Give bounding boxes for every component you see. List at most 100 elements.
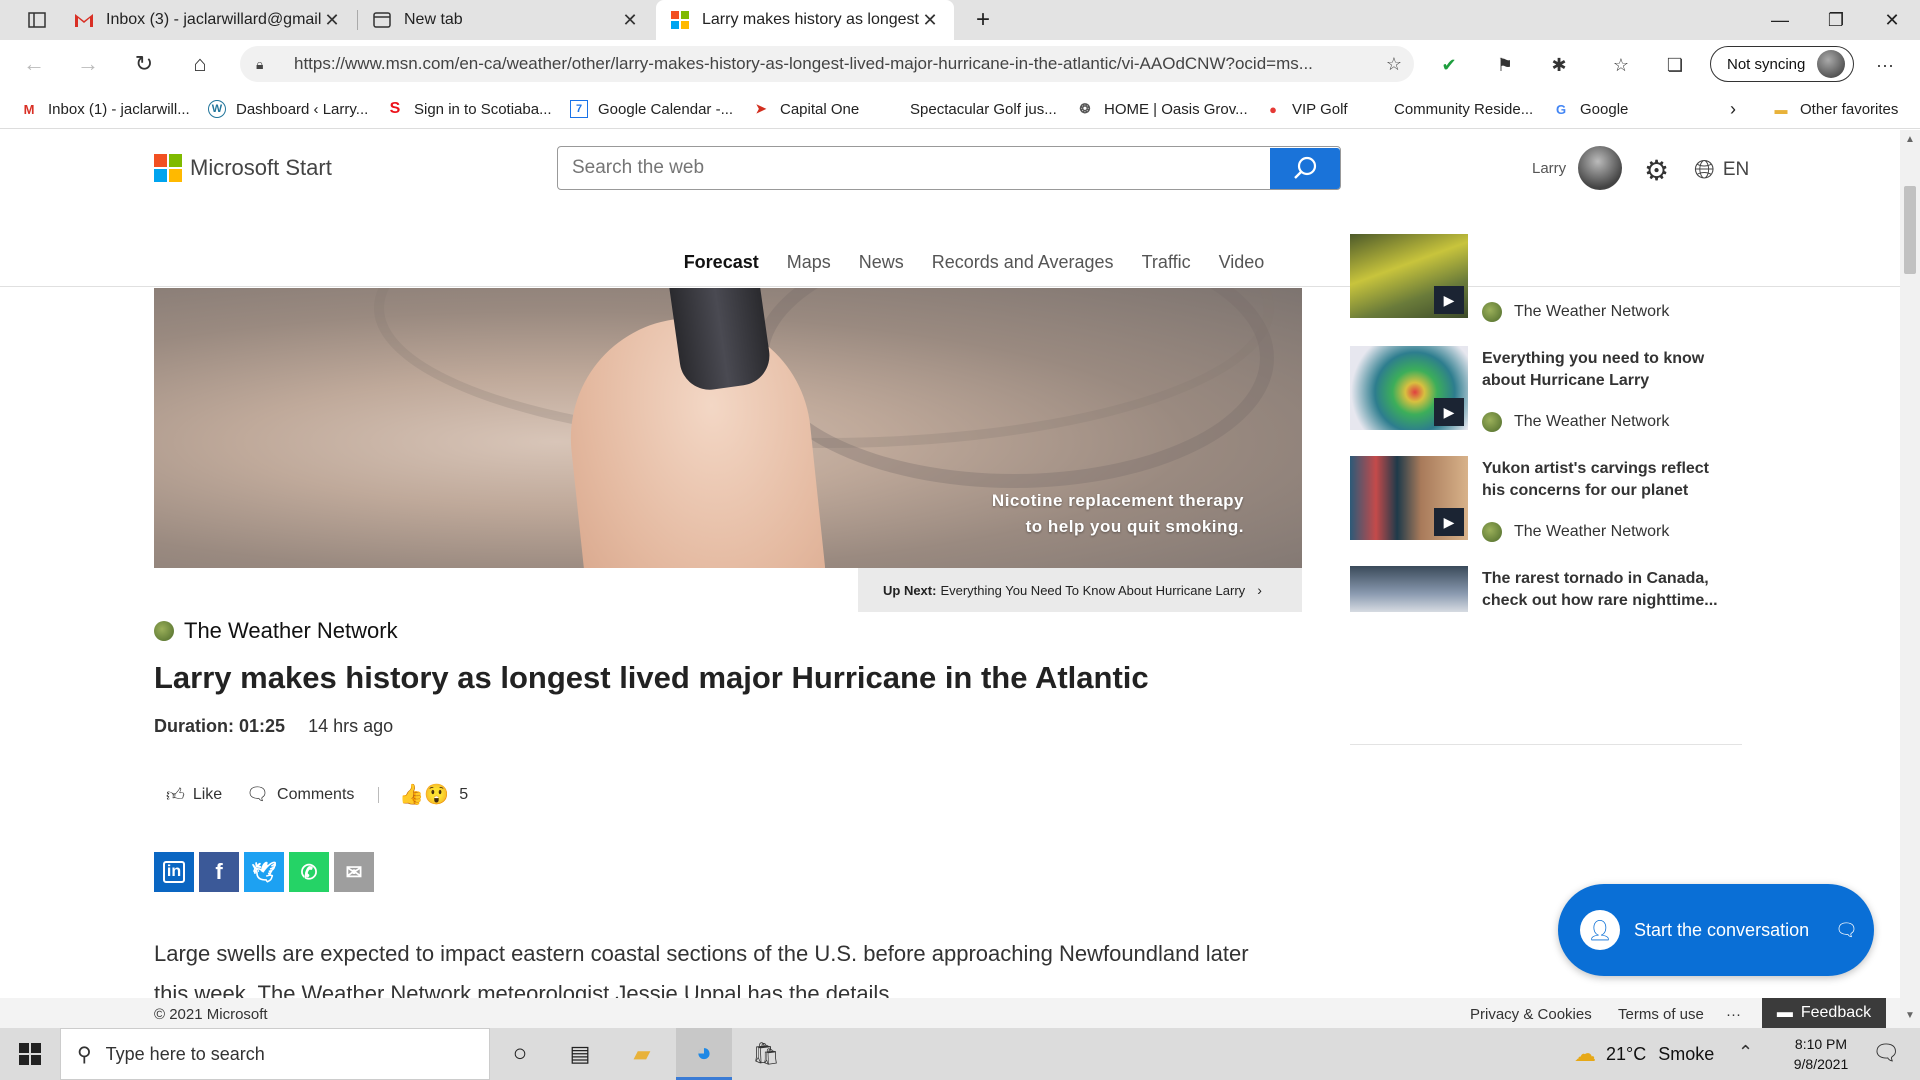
taskbar-search-input[interactable]: ⚲ Type here to search <box>60 1028 490 1080</box>
article-source[interactable]: The Weather Network <box>154 618 398 644</box>
add-favorite-icon[interactable]: ☆ <box>1374 54 1414 75</box>
scrollbar-thumb[interactable] <box>1904 186 1916 274</box>
comment-icon: 🗨︎ <box>246 784 270 804</box>
duration-value: 01:25 <box>239 716 286 736</box>
reactions-summary[interactable]: 👍😲 5 <box>399 782 468 807</box>
scroll-down-icon[interactable]: ▼ <box>1900 1010 1920 1021</box>
language-selector[interactable]: 🌐︎ EN <box>1694 154 1749 186</box>
favorites-overflow-button[interactable]: › <box>1730 89 1736 129</box>
start-button[interactable] <box>0 1028 60 1080</box>
favorite-gmail[interactable]: M Inbox (1) - jaclarwill... <box>20 89 190 129</box>
new-tab-button[interactable]: + <box>962 0 1002 40</box>
close-icon[interactable]: ✕ <box>920 10 940 31</box>
microsoft-start-logo[interactable]: Microsoft Start <box>154 154 332 182</box>
favorite-scotiabank[interactable]: S Sign in to Scotiaba... <box>386 89 552 129</box>
comments-button[interactable]: 🗨︎ Comments <box>246 784 354 805</box>
feedback-button[interactable]: ▬ Feedback <box>1762 998 1886 1028</box>
favorite-vip-golf[interactable]: ● VIP Golf <box>1264 89 1348 129</box>
arrow-left-icon: ← <box>23 51 45 76</box>
page-scrollbar[interactable]: ▲ ▼ <box>1900 130 1920 1028</box>
refresh-button[interactable]: ↻ <box>124 44 164 84</box>
extension-flag-icon[interactable]: ⚑ <box>1488 48 1522 82</box>
extension-check-icon[interactable]: ✔ <box>1432 48 1466 82</box>
home-button[interactable]: ⌂ <box>180 44 220 84</box>
windows-icon <box>19 1043 41 1065</box>
cortana-button[interactable]: ○ <box>492 1028 548 1080</box>
duration-label: Duration: <box>154 716 234 736</box>
favorite-google[interactable]: G Google <box>1552 89 1628 129</box>
chevron-right-icon: › <box>1257 582 1262 598</box>
close-window-button[interactable]: ✕ <box>1864 0 1920 40</box>
task-view-button[interactable]: ▤ <box>552 1028 608 1080</box>
nav-tab-records[interactable]: Records and Averages <box>932 252 1114 273</box>
back-button[interactable]: ← <box>14 44 54 84</box>
tab-active-article[interactable]: Larry makes history as longest lived ✕ <box>656 0 954 40</box>
edge-button[interactable]: ◕ <box>676 1028 732 1080</box>
nav-tab-news[interactable]: News <box>859 252 904 273</box>
tab-new-tab[interactable]: New tab ✕ <box>358 0 654 40</box>
avatar[interactable] <box>1578 146 1622 190</box>
restore-button[interactable]: ❐ <box>1808 0 1864 40</box>
footer-more-icon[interactable]: ··· <box>1726 1006 1741 1023</box>
video-player[interactable]: Nicotine replacement therapy to help you… <box>154 288 1302 568</box>
file-explorer-button[interactable]: ▰ <box>614 1028 670 1080</box>
notification-icon[interactable]: 🗨︎ <box>1866 1040 1906 1066</box>
body-line: this week. The Weather Network meteorolo… <box>154 981 896 998</box>
url-field[interactable]: 🔒︎ https://www.msn.com/en-ca/weather/oth… <box>240 46 1414 82</box>
email-icon: ✉ <box>345 861 363 884</box>
favorites-icon[interactable]: ☆ <box>1604 48 1638 82</box>
up-next-link[interactable]: Up Next: Everything You Need To Know Abo… <box>858 568 1302 612</box>
rail-divider <box>1350 744 1742 745</box>
close-icon[interactable]: ✕ <box>322 10 342 31</box>
favorite-community[interactable]: Community Reside... <box>1366 89 1533 129</box>
store-button[interactable]: 🛍︎ <box>738 1028 794 1080</box>
tab-actions-button[interactable] <box>14 0 60 40</box>
search-button[interactable] <box>1270 147 1340 189</box>
favorite-google-calendar[interactable]: 7 Google Calendar -... <box>570 89 733 129</box>
page-title: Larry makes history as longest lived maj… <box>154 660 1149 695</box>
scroll-up-icon[interactable]: ▲ <box>1900 134 1920 145</box>
favorite-capital-one[interactable]: ➤ Capital One <box>752 89 860 129</box>
terms-link[interactable]: Terms of use <box>1618 1006 1704 1023</box>
profile-sync-button[interactable]: Not syncing <box>1710 46 1855 82</box>
share-linkedin-button[interactable]: in <box>154 852 194 892</box>
gmail-icon <box>74 10 94 30</box>
linkedin-icon: in <box>162 861 186 883</box>
forward-button[interactable]: → <box>68 44 108 84</box>
rail-source-name: The Weather Network <box>1514 413 1670 430</box>
favorite-other-favorites[interactable]: ▬ Other favorites <box>1772 89 1899 129</box>
nav-tab-video[interactable]: Video <box>1219 252 1265 273</box>
collections-icon[interactable]: ❏ <box>1658 48 1692 82</box>
rail-source: The Weather Network <box>1482 302 1669 322</box>
like-button[interactable]: 👍︎ Like <box>166 784 222 806</box>
taskbar-clock[interactable]: 8:10 PM 9/8/2021 <box>1776 1034 1866 1074</box>
extensions-icon[interactable]: ✱ <box>1542 48 1576 82</box>
favorite-dashboard[interactable]: W Dashboard ‹ Larry... <box>208 89 368 129</box>
share-whatsapp-button[interactable]: ✆ <box>289 852 329 892</box>
tab-bar: Inbox (3) - jaclarwillard@gmail.com ✕ Ne… <box>0 0 1920 40</box>
source-name: The Weather Network <box>184 618 398 643</box>
caption-line: to help you quit smoking. <box>1025 517 1244 536</box>
chevron-up-icon[interactable]: ⌃ <box>1738 1042 1753 1063</box>
more-menu-icon[interactable]: ··· <box>1868 48 1902 82</box>
gear-icon[interactable]: ⚙ <box>1644 154 1669 187</box>
privacy-link[interactable]: Privacy & Cookies <box>1470 1006 1592 1023</box>
nav-tab-forecast[interactable]: Forecast <box>684 252 759 273</box>
share-twitter-button[interactable]: 🕊︎ <box>244 852 284 892</box>
globe-icon: 🌐︎ <box>1694 154 1715 184</box>
start-conversation-button[interactable]: 👤︎ Start the conversation 🗨︎ <box>1558 884 1874 976</box>
close-icon[interactable]: ✕ <box>620 10 640 31</box>
nav-tab-traffic[interactable]: Traffic <box>1142 252 1191 273</box>
user-name[interactable]: Larry <box>1532 160 1566 177</box>
minimize-button[interactable]: — <box>1752 0 1808 40</box>
favorite-spectacular-golf[interactable]: Spectacular Golf jus... <box>882 89 1057 129</box>
share-email-button[interactable]: ✉ <box>334 852 374 892</box>
logo-text: Microsoft Start <box>190 155 332 180</box>
nav-tab-maps[interactable]: Maps <box>787 252 831 273</box>
share-facebook-button[interactable]: f <box>199 852 239 892</box>
tab-gmail[interactable]: Inbox (3) - jaclarwillard@gmail.com ✕ <box>60 0 356 40</box>
search-input[interactable] <box>558 157 1270 179</box>
capitalone-icon: ➤ <box>755 101 767 116</box>
favorite-oasis-grove[interactable]: ❂ HOME | Oasis Grov... <box>1076 89 1248 129</box>
taskbar-weather[interactable]: ☁ 21°C Smoke <box>1574 1028 1714 1080</box>
